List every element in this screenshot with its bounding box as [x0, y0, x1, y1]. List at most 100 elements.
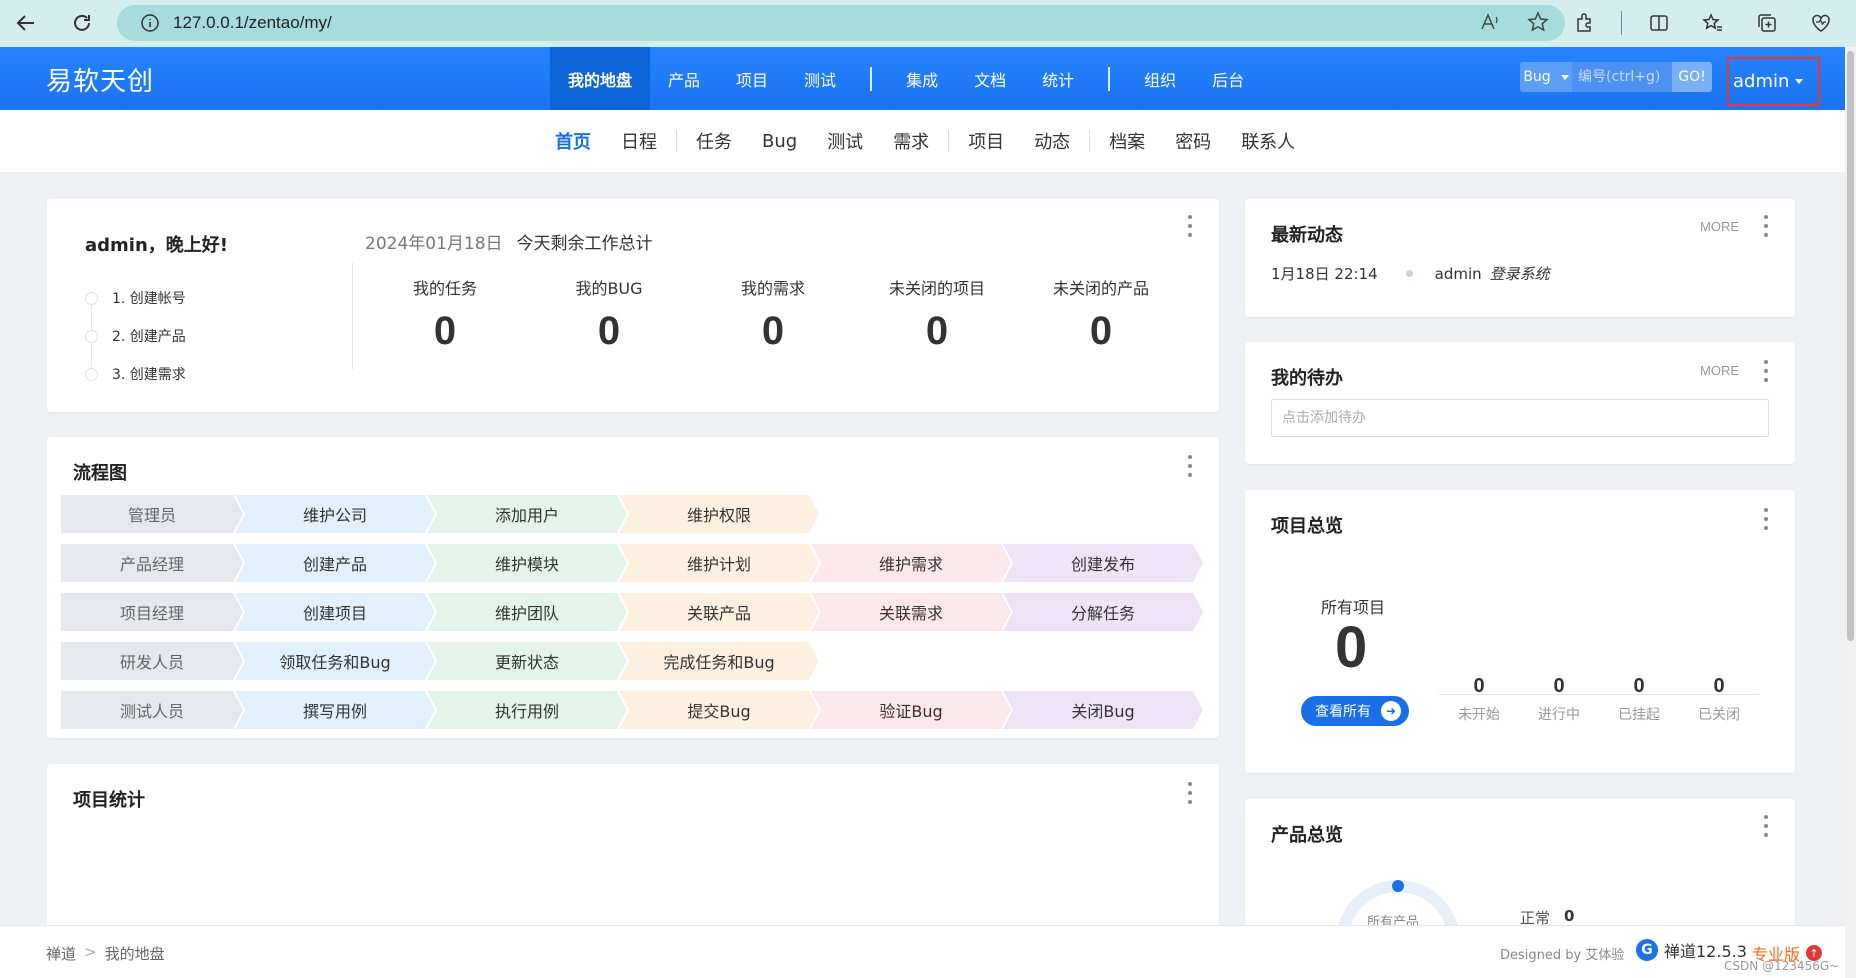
step-dot — [85, 367, 98, 381]
subnav-project[interactable]: 项目 — [953, 128, 1019, 154]
status-wait[interactable]: 0 未开始 — [1439, 675, 1519, 724]
read-aloud-icon[interactable] — [1479, 11, 1501, 37]
flow-step[interactable]: 维护权限 — [619, 495, 819, 533]
step-dot — [85, 291, 98, 305]
subnav-calendar[interactable]: 日程 — [606, 128, 672, 154]
panel-title: 最新动态 — [1271, 225, 1343, 246]
nav-my[interactable]: 我的地盘 — [550, 47, 651, 110]
more-link[interactable]: MORE — [1700, 219, 1739, 234]
activity-action: 登录系统 — [1489, 265, 1550, 283]
flow-step[interactable]: 领取任务和Bug — [235, 642, 435, 680]
step-item[interactable]: 1. 创建帐号 — [85, 279, 186, 317]
status-doing[interactable]: 0 进行中 — [1519, 675, 1599, 724]
flow-row: 产品经理 创建产品 维护模块 维护计划 维护需求 创建发布 — [61, 544, 1195, 582]
nav-company[interactable]: 组织 — [1126, 47, 1194, 110]
panel-menu-icon[interactable] — [1763, 360, 1769, 382]
flow-step[interactable]: 创建项目 — [235, 593, 435, 631]
subnav-password[interactable]: 密码 — [1160, 128, 1226, 154]
stat-value: 0 — [597, 309, 621, 353]
flow-step[interactable]: 维护计划 — [619, 544, 819, 582]
subnav-dynamic[interactable]: 动态 — [1019, 128, 1085, 154]
scrollbar-thumb[interactable] — [1847, 51, 1854, 641]
search-input[interactable] — [1572, 62, 1672, 92]
add-todo-input[interactable] — [1271, 399, 1769, 437]
panel-menu-icon[interactable] — [1763, 815, 1769, 837]
reload-icon[interactable] — [62, 3, 102, 43]
subnav-contacts[interactable]: 联系人 — [1226, 128, 1310, 154]
user-menu[interactable]: admin — [1727, 57, 1820, 106]
step-item[interactable]: 2. 创建产品 — [85, 317, 186, 355]
breadcrumb-home[interactable]: 禅道 — [46, 943, 76, 964]
nav-report[interactable]: 统计 — [1024, 47, 1092, 110]
flow-step[interactable]: 维护公司 — [235, 495, 435, 533]
subnav-story[interactable]: 需求 — [878, 128, 944, 154]
flow-step[interactable]: 维护模块 — [427, 544, 627, 582]
flow-step[interactable]: 撰写用例 — [235, 691, 435, 729]
page-scrollbar[interactable] — [1845, 47, 1856, 978]
back-icon[interactable] — [6, 3, 46, 43]
flow-step[interactable]: 提交Bug — [619, 691, 819, 729]
stat-label: 我的BUG — [575, 279, 643, 298]
stat-my-bugs[interactable]: 我的BUG 0 — [527, 275, 691, 354]
collections-icon[interactable] — [1750, 6, 1784, 40]
flow-step[interactable]: 执行用例 — [427, 691, 627, 729]
info-icon[interactable] — [133, 13, 167, 33]
status-closed[interactable]: 0 已关闭 — [1679, 675, 1759, 724]
address-bar[interactable]: 127.0.0.1/zentao/my/ — [117, 5, 1565, 41]
flow-step[interactable]: 添加用户 — [427, 495, 627, 533]
flow-step[interactable]: 维护团队 — [427, 593, 627, 631]
flow-step[interactable]: 关联需求 — [811, 593, 1011, 631]
stat-open-products[interactable]: 未关闭的产品 0 — [1019, 275, 1183, 354]
brand-logo[interactable]: 易软天创 — [46, 61, 154, 98]
stat-my-tasks[interactable]: 我的任务 0 — [363, 275, 527, 354]
flow-step[interactable]: 维护需求 — [811, 544, 1011, 582]
flow-step[interactable]: 创建发布 — [1003, 544, 1203, 582]
more-link[interactable]: MORE — [1700, 363, 1739, 378]
panel-title: 产品总览 — [1271, 825, 1343, 846]
subnav-profile[interactable]: 档案 — [1094, 128, 1160, 154]
status-label: 进行中 — [1538, 707, 1580, 723]
designed-by[interactable]: Designed by 艾体验 — [1500, 944, 1624, 963]
favorites-icon[interactable] — [1696, 6, 1730, 40]
subnav-home[interactable]: 首页 — [540, 128, 606, 154]
view-all-button[interactable]: 查看所有 ➜ — [1301, 696, 1409, 726]
flow-step[interactable]: 创建产品 — [235, 544, 435, 582]
nav-project[interactable]: 项目 — [718, 47, 786, 110]
subnav-task[interactable]: 任务 — [681, 128, 747, 154]
nav-qa[interactable]: 测试 — [786, 47, 854, 110]
flow-step[interactable]: 完成任务和Bug — [619, 642, 819, 680]
stat-my-stories[interactable]: 我的需求 0 — [691, 275, 855, 354]
favorite-star-icon[interactable] — [1527, 11, 1549, 37]
browser-essentials-icon[interactable] — [1804, 6, 1838, 40]
activity-item[interactable]: 1月18日 22:14 admin 登录系统 — [1271, 263, 1550, 284]
search-go-button[interactable]: GO! — [1672, 62, 1712, 92]
stat-label: 我的需求 — [740, 279, 805, 298]
step-item[interactable]: 3. 创建需求 — [85, 355, 186, 393]
breadcrumb-current[interactable]: 我的地盘 — [105, 943, 165, 964]
flow-step[interactable]: 关闭Bug — [1003, 691, 1203, 729]
panel-menu-icon[interactable] — [1763, 508, 1769, 530]
panel-menu-icon[interactable] — [1763, 215, 1769, 237]
flow-step[interactable]: 更新状态 — [427, 642, 627, 680]
stat-open-projects[interactable]: 未关闭的项目 0 — [855, 275, 1019, 354]
today-date: 2024年01月18日 — [365, 234, 503, 254]
panel-menu-icon[interactable] — [1187, 455, 1193, 477]
nav-doc[interactable]: 文档 — [956, 47, 1024, 110]
search-type-select[interactable]: Bug — [1520, 62, 1572, 92]
breadcrumb: 禅道 > 我的地盘 — [46, 943, 165, 964]
nav-divider — [870, 66, 873, 91]
subnav-bug[interactable]: Bug — [747, 131, 812, 152]
nav-ci[interactable]: 集成 — [888, 47, 956, 110]
subnav-testcase[interactable]: 测试 — [812, 128, 878, 154]
nav-product[interactable]: 产品 — [650, 47, 718, 110]
split-screen-icon[interactable] — [1642, 6, 1676, 40]
sub-nav: 首页 日程 任务 Bug 测试 需求 项目 动态 档案 密码 联系人 — [0, 110, 1845, 172]
status-suspended[interactable]: 0 已挂起 — [1599, 675, 1679, 724]
flow-step[interactable]: 分解任务 — [1003, 593, 1203, 631]
flow-step[interactable]: 关联产品 — [619, 593, 819, 631]
extensions-icon[interactable] — [1567, 6, 1601, 40]
flow-step[interactable]: 验证Bug — [811, 691, 1011, 729]
nav-admin[interactable]: 后台 — [1194, 47, 1262, 110]
panel-menu-icon[interactable] — [1187, 782, 1193, 804]
panel-menu-icon[interactable] — [1187, 215, 1193, 237]
